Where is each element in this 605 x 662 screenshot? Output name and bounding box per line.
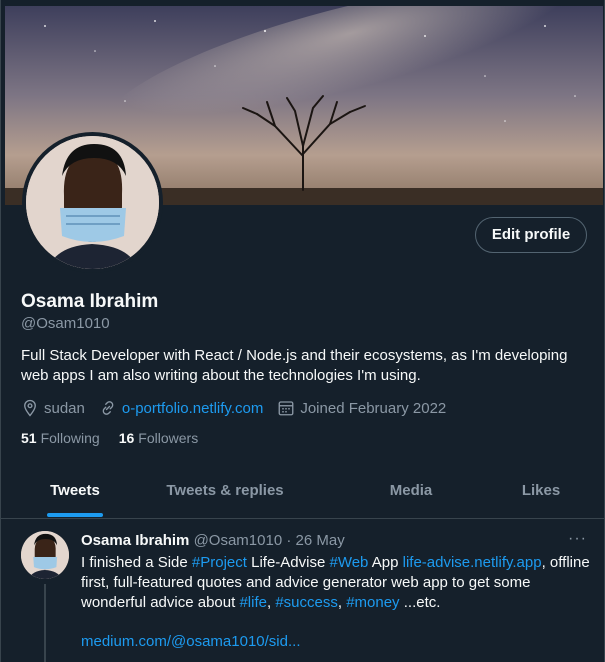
- tweet-text-part: ,: [337, 594, 347, 611]
- profile-handle: @Osam1010: [21, 315, 110, 332]
- hashtag-money[interactable]: #money: [346, 594, 399, 611]
- tweet-separator: ·: [282, 532, 296, 549]
- active-tab-indicator: [47, 513, 103, 517]
- follow-counts: 51 Following 16 Followers: [21, 430, 217, 446]
- tab-tweets-replies[interactable]: Tweets & replies: [149, 463, 301, 519]
- tweet-text-part: Life-Advise: [246, 554, 330, 571]
- calendar-icon: [278, 401, 294, 416]
- tweet-author-handle[interactable]: @Osam1010: [194, 532, 283, 549]
- profile-avatar-frame[interactable]: [22, 132, 163, 273]
- profile-website[interactable]: o-portfolio.netlify.com: [99, 399, 263, 417]
- profile-bio: Full Stack Developer with React / Node.j…: [21, 347, 568, 384]
- tweet-date[interactable]: 26 May: [296, 532, 345, 549]
- followers-link[interactable]: 16 Followers: [119, 430, 198, 446]
- tweet-app-link[interactable]: life-advise.netlify.app: [403, 554, 542, 571]
- website-link[interactable]: o-portfolio.netlify.com: [122, 400, 263, 417]
- tweet-text-part: ...etc.: [399, 594, 441, 611]
- tweet-header: Osama Ibrahim @Osam1010 · 26 May: [81, 532, 345, 549]
- edit-profile-button[interactable]: Edit profile: [475, 217, 587, 253]
- hashtag-web[interactable]: #Web: [329, 554, 368, 571]
- profile-name: Osama Ibrahim: [21, 291, 159, 312]
- tweet-avatar[interactable]: [21, 531, 69, 579]
- hashtag-project[interactable]: #Project: [192, 554, 247, 571]
- following-count: 51: [21, 430, 37, 446]
- tweet-text-part: App: [368, 554, 403, 571]
- tab-likes[interactable]: Likes: [491, 463, 591, 519]
- thread-line: [44, 584, 46, 662]
- profile-page: Edit profile Osama Ibrahim @Osam1010 Ful…: [0, 0, 605, 662]
- tab-media[interactable]: Media: [331, 463, 491, 519]
- followers-count: 16: [118, 430, 135, 446]
- profile-meta: sudan o-portfolio.netlify.com Joined Feb…: [21, 398, 460, 418]
- followers-label: Followers: [138, 430, 199, 446]
- profile-tabs: Tweets Tweets & replies Media Likes: [1, 463, 604, 519]
- hashtag-life[interactable]: #life: [239, 594, 267, 611]
- joined-text: Joined February 2022: [300, 399, 447, 417]
- profile-joined: Joined February 2022: [277, 399, 446, 417]
- tweet-medium-link[interactable]: medium.com/@osama1010/sid...: [81, 633, 301, 650]
- tweet-text-part: I finished a Side: [81, 554, 192, 571]
- tweet-text: I finished a Side #Project Life-Advise #…: [81, 553, 591, 613]
- link-icon: [102, 401, 114, 415]
- hashtag-success[interactable]: #success: [275, 594, 338, 611]
- profile-location: sudan: [21, 399, 85, 417]
- avatar: [26, 136, 159, 269]
- following-label: Following: [40, 430, 100, 446]
- more-dots-icon[interactable]: ···: [568, 530, 587, 548]
- tweet-author-name[interactable]: Osama Ibrahim: [81, 532, 189, 549]
- location-pin-icon: [24, 399, 36, 417]
- following-link[interactable]: 51 Following: [21, 430, 100, 446]
- tab-tweets[interactable]: Tweets: [1, 463, 149, 519]
- location-text: sudan: [44, 399, 85, 417]
